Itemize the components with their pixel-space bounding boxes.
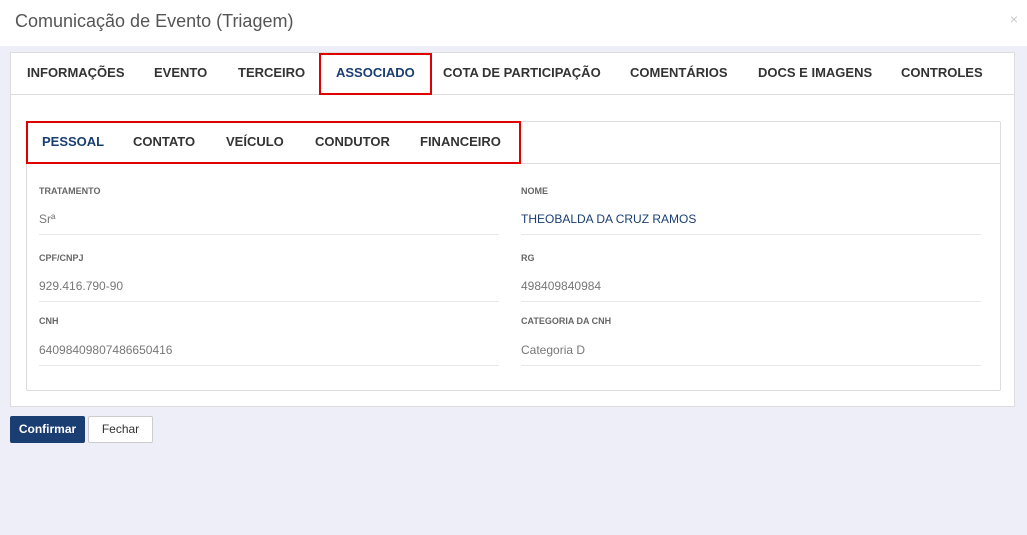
cnh-label: CNH	[39, 316, 59, 326]
pessoal-panel: PESSOAL CONTATO VEÍCULO CONDUTOR FINANCE…	[26, 121, 1001, 391]
cnh-value: 64098409807486650416	[39, 343, 173, 357]
associado-tab-highlight	[319, 53, 432, 95]
tab-terceiro[interactable]: TERCEIRO	[238, 53, 305, 93]
confirm-button[interactable]: Confirmar	[10, 416, 85, 443]
modal-title: Comunicação de Evento (Triagem)	[15, 11, 294, 31]
nome-divider	[521, 234, 981, 235]
tratamento-label: TRATAMENTO	[39, 186, 101, 196]
subtabs-highlight	[26, 121, 521, 164]
tab-comentarios[interactable]: COMENTÁRIOS	[630, 53, 728, 93]
categoria-cnh-divider	[521, 365, 981, 366]
tab-cota-participacao[interactable]: COTA DE PARTICIPAÇÃO	[443, 53, 601, 93]
categoria-cnh-value: Categoria D	[521, 343, 586, 357]
rg-divider	[521, 301, 981, 302]
modal-header: Comunicação de Evento (Triagem) ×	[0, 0, 1027, 46]
tratamento-value: Srª	[39, 212, 56, 226]
categoria-cnh-label: CATEGORIA DA CNH	[521, 316, 612, 326]
rg-label: RG	[521, 253, 535, 263]
cpf-value: 929.416.790-90	[39, 279, 124, 293]
tab-informacoes[interactable]: INFORMAÇÕES	[27, 53, 125, 93]
main-tab-bar: INFORMAÇÕES EVENTO TERCEIRO ASSOCIADO CO…	[11, 53, 1014, 95]
tab-docs-imagens[interactable]: DOCS E IMAGENS	[758, 53, 872, 93]
nome-value: THEOBALDA DA CRUZ RAMOS	[521, 212, 697, 226]
nome-label: NOME	[521, 186, 548, 196]
cnh-divider	[39, 365, 499, 366]
close-button[interactable]: Fechar	[88, 416, 153, 443]
tab-evento[interactable]: EVENTO	[154, 53, 207, 93]
cpf-label: CPF/CNPJ	[39, 253, 84, 263]
cpf-divider	[39, 301, 499, 302]
tab-controles[interactable]: CONTROLES	[901, 53, 983, 93]
rg-value: 498409840984	[521, 279, 602, 293]
associado-panel: INFORMAÇÕES EVENTO TERCEIRO ASSOCIADO CO…	[10, 52, 1015, 407]
tratamento-divider	[39, 234, 499, 235]
close-icon[interactable]: ×	[1010, 11, 1018, 27]
